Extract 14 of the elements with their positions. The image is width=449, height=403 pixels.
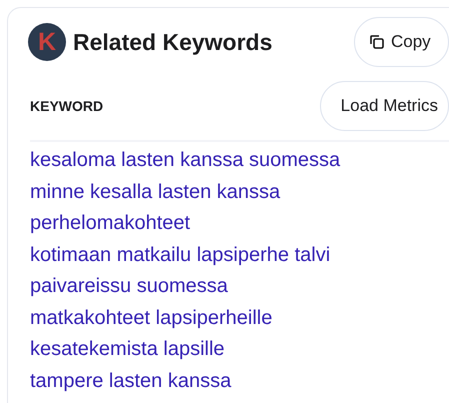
load-metrics-button[interactable]: Load Metrics — [320, 81, 449, 131]
keyword-link[interactable]: kotimaan matkailu lapsiperhe talvi — [30, 240, 330, 271]
keyword-link[interactable]: kesatekemista lapsille — [30, 334, 225, 366]
copy-icon — [369, 34, 385, 50]
keyword-link[interactable]: minne kesalla lasten kanssa — [30, 176, 280, 208]
panel-title: Related Keywords — [73, 28, 272, 56]
column-header: KEYWORD — [30, 98, 104, 114]
copy-button[interactable]: Copy — [354, 17, 449, 67]
keyword-link[interactable]: perhelomakohteet — [30, 208, 190, 240]
keyword-link[interactable]: matkakohteet lapsiperheille — [30, 302, 272, 334]
keyword-link[interactable]: kesaloma lasten kanssa suomessa — [30, 145, 340, 176]
logo-icon: K — [28, 23, 66, 61]
keyword-link[interactable]: paivareissu suomessa — [30, 271, 228, 302]
keyword-link[interactable]: tampere lasten kanssa — [30, 366, 232, 397]
